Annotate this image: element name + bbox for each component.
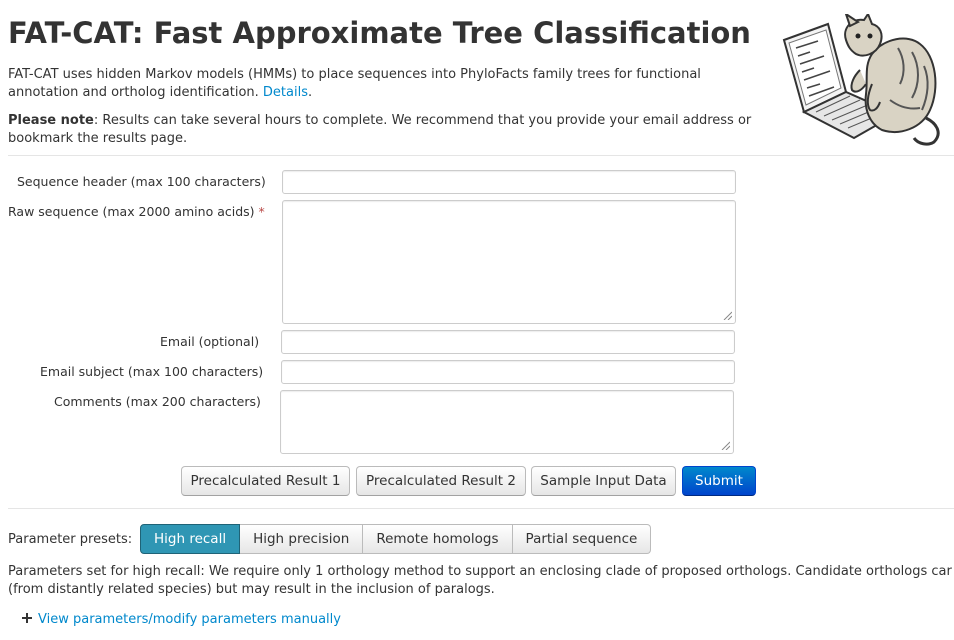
raw-sequence-textarea[interactable] — [282, 200, 736, 324]
details-link[interactable]: Details — [263, 85, 308, 100]
parameter-presets-group: High recall High precision Remote homolo… — [140, 524, 652, 554]
plus-icon — [22, 613, 32, 623]
header-divider — [8, 155, 954, 156]
view-parameters-link[interactable]: View parameters/modify parameters manual… — [38, 612, 341, 627]
sequence-header-label: Sequence header (max 100 characters) — [17, 174, 266, 189]
view-parameters-toggle[interactable]: View parameters/modify parameters manual… — [22, 612, 341, 627]
email-subject-label: Email subject (max 100 characters) — [40, 364, 264, 379]
form-divider — [8, 508, 954, 509]
preset-remote-homologs[interactable]: Remote homologs — [363, 524, 513, 554]
precalculated-result-2-button[interactable]: Precalculated Result 2 — [356, 466, 526, 496]
intro-body: FAT-CAT uses hidden Markov models (HMMs)… — [8, 67, 701, 100]
preset-description-line-1: Parameters set for high recall: We requi… — [8, 564, 952, 579]
preset-high-recall[interactable]: High recall — [140, 524, 241, 554]
preset-high-precision[interactable]: High precision — [240, 524, 364, 554]
raw-sequence-label-text: Raw sequence (max 2000 amino acids) — [8, 204, 255, 219]
note-body: : Results can take several hours to comp… — [8, 113, 752, 146]
raw-sequence-label: Raw sequence (max 2000 amino acids) * — [8, 204, 265, 219]
resize-grip-icon[interactable] — [721, 441, 730, 450]
submit-button[interactable]: Submit — [682, 466, 756, 496]
intro-text: FAT-CAT uses hidden Markov models (HMMs)… — [8, 67, 701, 100]
sample-input-data-button[interactable]: Sample Input Data — [531, 466, 676, 496]
resize-grip-icon[interactable] — [723, 311, 732, 320]
cat-at-laptop-icon — [782, 14, 940, 146]
note-text: Please note: Results can take several ho… — [8, 112, 768, 148]
preset-partial-sequence[interactable]: Partial sequence — [512, 524, 652, 554]
comments-textarea[interactable] — [280, 390, 734, 454]
preset-description: Parameters set for high recall: We requi… — [8, 563, 954, 599]
required-mark: * — [258, 204, 265, 219]
precalculated-result-1-button[interactable]: Precalculated Result 1 — [181, 466, 350, 496]
email-subject-input[interactable] — [281, 360, 735, 384]
parameter-presets-label: Parameter presets: — [8, 532, 133, 547]
sequence-header-input[interactable] — [282, 170, 736, 194]
page-title: FAT-CAT: Fast Approximate Tree Classific… — [8, 16, 751, 50]
note-label: Please note — [8, 113, 94, 128]
email-input[interactable] — [281, 330, 735, 354]
email-label: Email (optional) — [160, 334, 260, 349]
comments-label: Comments (max 200 characters) — [54, 394, 261, 409]
preset-description-line-2: (from distantly related species) but may… — [8, 582, 495, 597]
